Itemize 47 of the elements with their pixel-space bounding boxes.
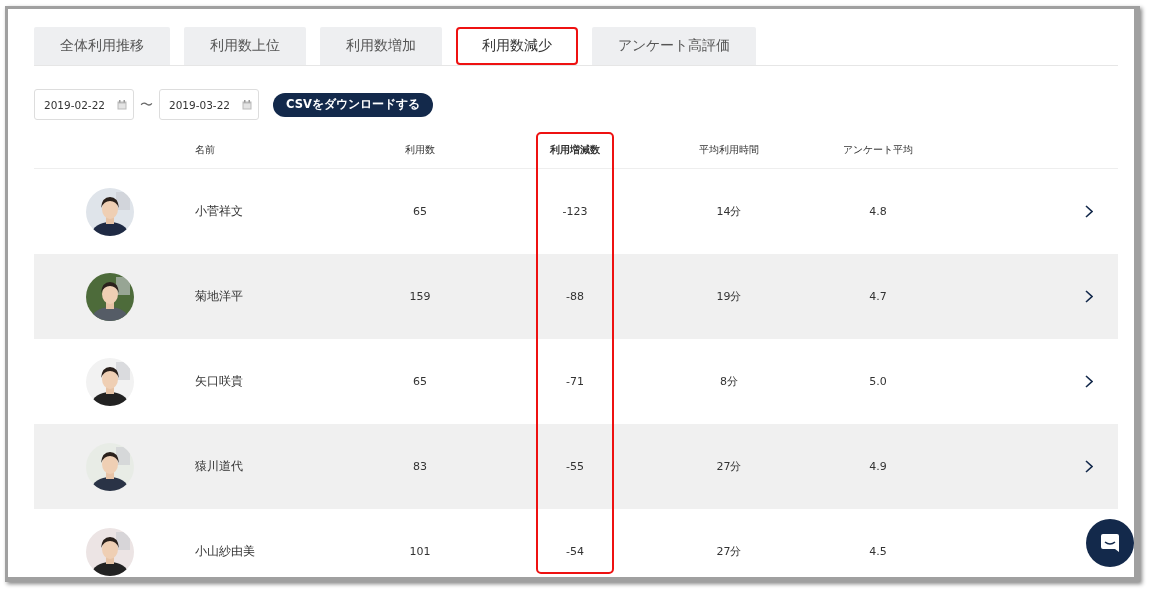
column-header: アンケート平均 [843, 143, 913, 157]
table-cell: 65 [413, 375, 427, 388]
table-cell-text: 小菅祥文 [194, 203, 243, 220]
table-cell: 5.0 [869, 375, 887, 388]
chevron-right-icon[interactable] [1085, 205, 1093, 218]
table-cell: -123 [562, 205, 588, 218]
table-cell: -71 [566, 375, 584, 388]
table-cell-text: 菊地洋平 [194, 288, 243, 305]
tab[interactable]: 利用数上位 [184, 27, 306, 65]
table-cell-text: 小山紗由美 [194, 543, 255, 560]
tab[interactable]: 利用数減少 [456, 27, 578, 65]
table-cell: 4.5 [869, 545, 887, 558]
chevron-right-icon[interactable] [1085, 460, 1093, 473]
chevron-right-icon[interactable] [1085, 290, 1093, 303]
table-cell: 8分 [720, 374, 738, 389]
chat-button[interactable] [1086, 519, 1134, 567]
calendar-icon [242, 99, 252, 110]
table-cell: 65 [413, 205, 427, 218]
table-cell: -55 [566, 460, 584, 473]
tab[interactable]: 利用数増加 [320, 27, 442, 65]
column-header: 平均利用時間 [699, 143, 759, 157]
table-cell: 4.8 [869, 205, 887, 218]
table-cell: -54 [566, 545, 584, 558]
tab[interactable]: アンケート高評価 [592, 27, 756, 65]
column-header: 利用数 [405, 143, 435, 157]
table-cell: 101 [409, 545, 431, 558]
csv-download-button[interactable]: CSVをダウンロードする [273, 92, 433, 117]
calendar-icon [117, 99, 127, 110]
table-cell: 83 [413, 460, 427, 473]
chevron-right-icon[interactable] [1085, 375, 1093, 388]
column-header: 名前 [194, 143, 215, 157]
table-cell: -88 [566, 290, 584, 303]
table-cell-text: 矢口咲貴 [194, 373, 243, 390]
chat-icon [1099, 532, 1121, 554]
tab[interactable]: 全体利用推移 [34, 27, 170, 65]
table-cell: 4.7 [869, 290, 887, 303]
date-field[interactable]: 2019-03-22 [159, 89, 259, 120]
range-separator: 〜 [140, 95, 153, 114]
table-cell: 159 [409, 290, 431, 303]
column-header: 利用増減数 [550, 143, 600, 157]
table-cell: 14分 [716, 204, 742, 219]
table-cell: 19分 [716, 289, 742, 304]
date-field[interactable]: 2019-02-22 [34, 89, 134, 120]
table-cell: 27分 [716, 544, 742, 559]
table-cell: 4.9 [869, 460, 887, 473]
table-cell: 27分 [716, 459, 742, 474]
table-cell-text: 猿川道代 [194, 458, 243, 475]
